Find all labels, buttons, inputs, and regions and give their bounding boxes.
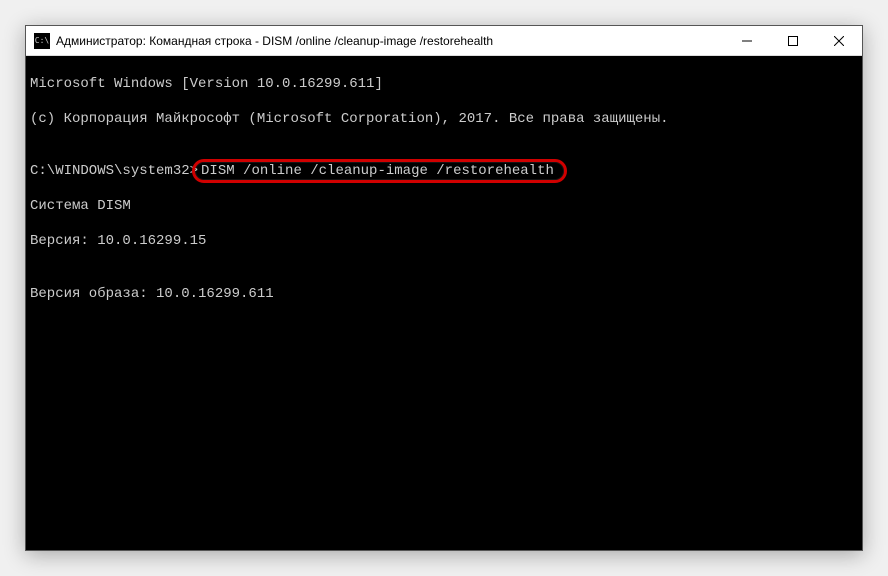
highlighted-command: DISM /online /cleanup-image /restoreheal… (192, 159, 567, 183)
close-button[interactable] (816, 26, 862, 55)
close-icon (834, 36, 844, 46)
window-title: Администратор: Командная строка - DISM /… (56, 34, 724, 48)
cmd-window: C:\ Администратор: Командная строка - DI… (25, 25, 863, 551)
minimize-button[interactable] (724, 26, 770, 55)
minimize-icon (742, 36, 752, 46)
prompt-path: C:\WINDOWS\system32> (30, 163, 198, 181)
maximize-icon (788, 36, 798, 46)
titlebar[interactable]: C:\ Администратор: Командная строка - DI… (26, 26, 862, 56)
console-area[interactable]: Microsoft Windows [Version 10.0.16299.61… (26, 56, 862, 550)
console-output: (c) Корпорация Майкрософт (Microsoft Cor… (30, 111, 858, 129)
cmd-icon: C:\ (34, 33, 50, 49)
console-output: Microsoft Windows [Version 10.0.16299.61… (30, 76, 858, 94)
maximize-button[interactable] (770, 26, 816, 55)
console-output: Cистема DISM (30, 198, 858, 216)
prompt-line: C:\WINDOWS\system32>DISM /online /cleanu… (30, 163, 567, 181)
console-output: Версия образа: 10.0.16299.611 (30, 286, 858, 304)
console-output: Версия: 10.0.16299.15 (30, 233, 858, 251)
window-controls (724, 26, 862, 55)
command-highlight: DISM /online /cleanup-image /restoreheal… (198, 163, 567, 181)
